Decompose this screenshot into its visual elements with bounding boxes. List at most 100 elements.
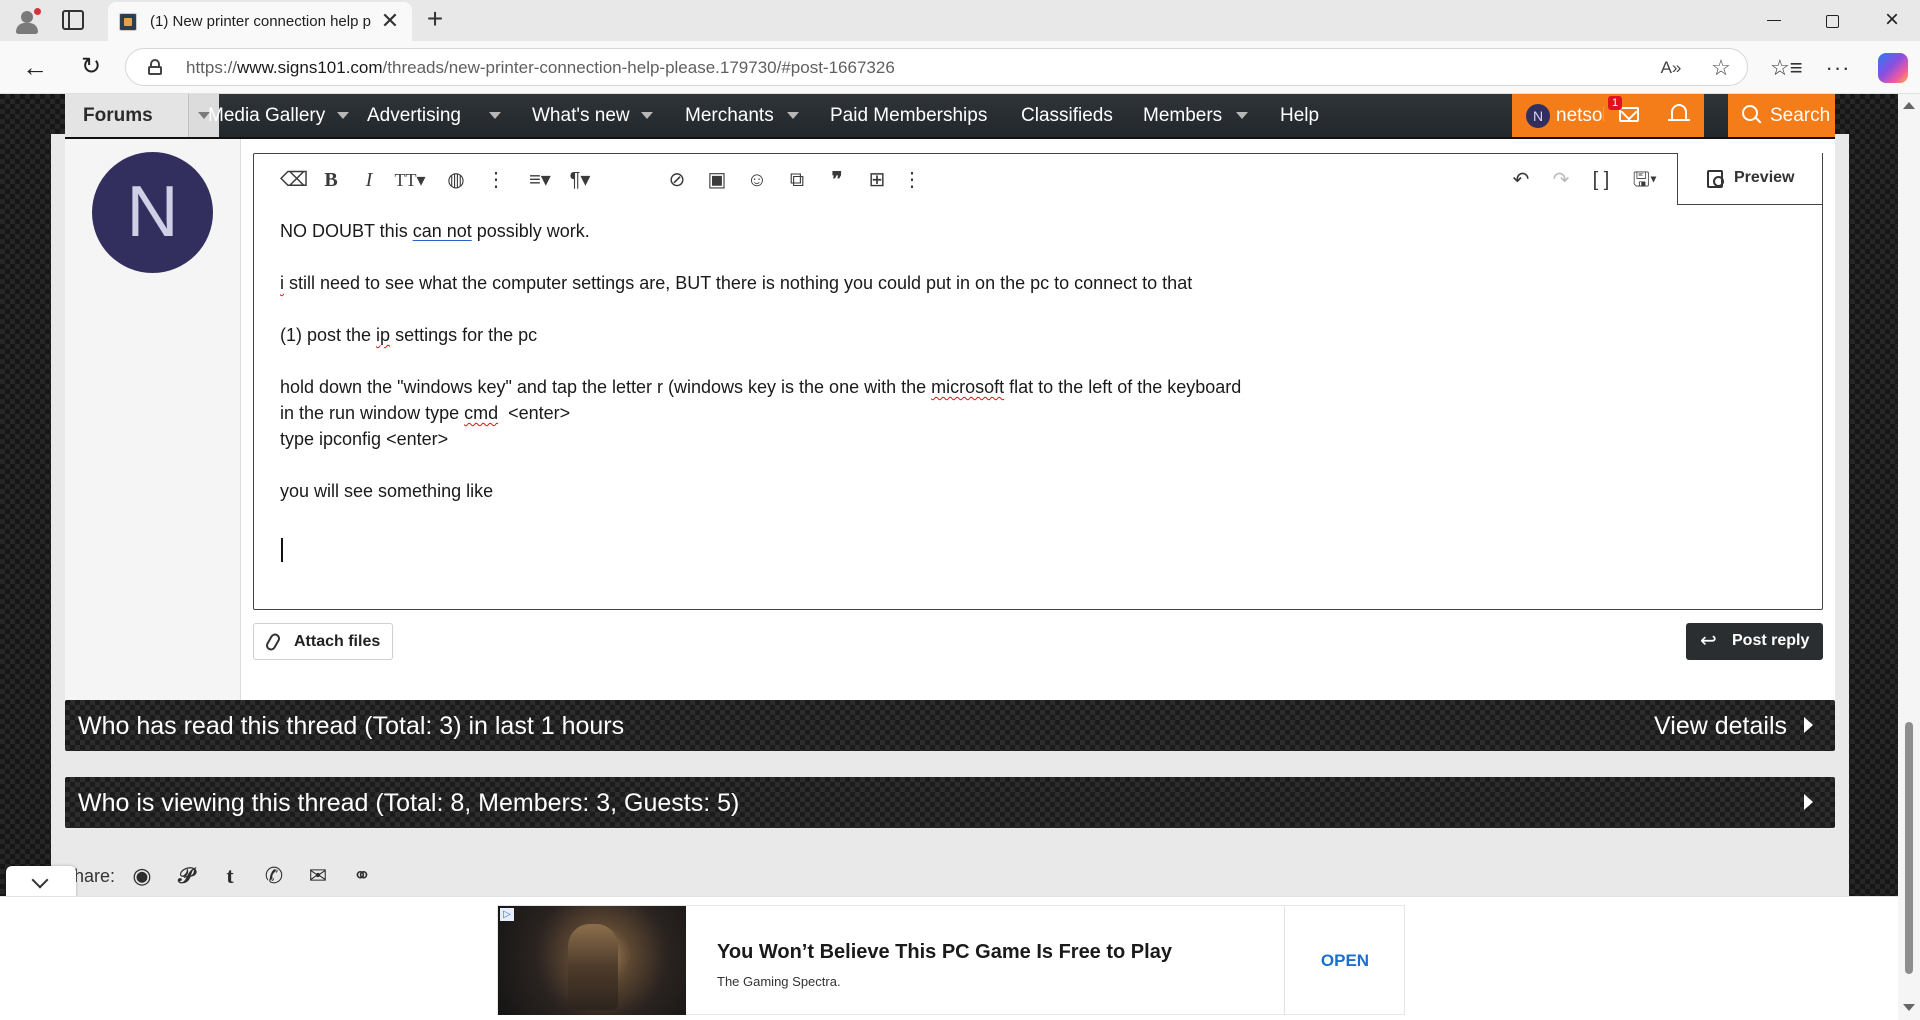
text-run: in the run window type [280, 403, 465, 423]
nav-help[interactable]: Help [1280, 105, 1319, 127]
url-text[interactable]: https://www.signs101.com/threads/new-pri… [186, 58, 1586, 78]
quote-icon[interactable]: ❞ [824, 168, 850, 192]
scrollbar-thumb[interactable] [1905, 722, 1913, 974]
more-icon[interactable]: ··· [1823, 53, 1853, 83]
undo-icon[interactable]: ↶ [1508, 168, 1534, 192]
avatar[interactable]: N [92, 152, 213, 273]
text-run: possibly work. [471, 221, 590, 241]
scroll-down-icon[interactable] [1903, 1004, 1915, 1011]
who-read-title: Who has read this thread (Total: 3) in l… [78, 712, 625, 740]
editor-line: (1) post the ip settings for the pc [280, 322, 537, 348]
smilie-icon[interactable]: ☺ [744, 168, 770, 192]
ad-title[interactable]: You Won’t Believe This PC Game Is Free t… [717, 941, 1172, 964]
link-icon[interactable]: ⊘ [664, 168, 690, 192]
editor-line: NO DOUBT this can not possibly work. [280, 218, 590, 244]
bold-icon[interactable]: B [320, 168, 342, 192]
ad-card[interactable]: ▷ You Won’t Believe This PC Game Is Free… [497, 905, 1405, 1015]
url-host: www.signs101.com [237, 58, 383, 77]
nav-alerts-button[interactable] [1654, 94, 1704, 137]
nav-classifieds[interactable]: Classifieds [1021, 105, 1113, 127]
nav-paid-memberships[interactable]: Paid Memberships [830, 105, 987, 127]
address-bar[interactable]: https://www.signs101.com/threads/new-pri… [125, 48, 1748, 86]
link-icon[interactable]: ⚭ [348, 862, 376, 890]
url-path: /threads/new-printer-connection-help-ple… [382, 58, 895, 77]
text-run: ip [376, 325, 391, 345]
nav-advertising[interactable]: Advertising [367, 105, 461, 127]
ad-image[interactable]: ▷ [498, 906, 686, 1015]
who-viewing-block[interactable]: Who is viewing this thread (Total: 8, Me… [65, 777, 1835, 828]
inbox-count-badge: 1 [1608, 96, 1622, 110]
caret-right-icon[interactable] [1804, 794, 1813, 810]
caret-right-icon[interactable] [1804, 717, 1813, 733]
reload-icon[interactable]: ↻ [76, 53, 106, 83]
media-icon[interactable]: ⧉ [784, 168, 810, 192]
read-aloud-icon[interactable]: A» [1659, 57, 1683, 79]
favorite-star-icon[interactable]: ☆ [1708, 55, 1734, 81]
redo-icon[interactable]: ↷ [1548, 168, 1574, 192]
post-reply-button[interactable]: ↩ Post reply [1686, 623, 1823, 660]
pinterest-icon[interactable]: 𝒫 [172, 862, 200, 890]
align-icon[interactable]: ≡▾ [522, 168, 558, 192]
text-run: NO DOUBT this [280, 221, 413, 241]
image-icon[interactable]: ▣ [704, 168, 730, 192]
nav-forums-tab[interactable]: Forums [65, 94, 189, 137]
whatsapp-icon[interactable]: ✆ [260, 862, 288, 890]
more-options-icon[interactable]: ⋮ [486, 168, 506, 192]
chevron-down-icon[interactable] [489, 112, 501, 119]
view-details-link[interactable]: View details [1654, 712, 1787, 740]
bbcode-icon[interactable]: [ ] [1588, 168, 1614, 192]
adchoices-icon[interactable]: ▷ [500, 908, 514, 921]
reddit-icon[interactable]: ◉ [128, 862, 156, 890]
nav-search-button[interactable]: Search [1728, 94, 1835, 137]
nav-whats-new[interactable]: What's new [532, 105, 630, 127]
page-scrollbar[interactable] [1898, 94, 1920, 1020]
nav-account-button[interactable]: N netsol [1512, 94, 1607, 137]
email-icon[interactable]: ✉ [304, 862, 332, 890]
chevron-down-icon[interactable] [787, 112, 799, 119]
preview-button[interactable]: Preview [1677, 153, 1823, 205]
text-run: flat to the left of the keyboard [1004, 377, 1242, 397]
text-run: cmd [464, 403, 499, 423]
profile-icon[interactable] [12, 6, 42, 36]
text-run: (1) post the [280, 325, 377, 345]
eraser-icon[interactable]: ⌫ [280, 168, 308, 192]
favorites-icon[interactable]: ☆≡ [1770, 53, 1803, 83]
browser-tab[interactable]: (1) New printer connection help p ✕ [108, 2, 412, 41]
editor-line: type ipconfig <enter> [280, 429, 449, 449]
editor-line: i still need to see what the computer se… [280, 270, 1192, 296]
nav-merchants[interactable]: Merchants [685, 105, 774, 127]
nav-inbox-button[interactable]: 1 [1604, 94, 1654, 137]
new-tab-button[interactable]: + [421, 5, 449, 34]
tumblr-icon[interactable]: t [216, 862, 244, 890]
back-icon[interactable]: ← [20, 53, 50, 83]
nav-search-label: Search [1770, 105, 1831, 126]
copilot-icon[interactable] [1878, 53, 1908, 83]
reply-editor[interactable]: ⌫ B I TT▾ ◍ ⋮ ≡▾ ¶▾ ⊘ ▣ ☺ ⧉ ❞ ⊞ ⋮ ↶ ↷ [ … [253, 153, 1823, 610]
italic-icon[interactable]: I [358, 168, 380, 192]
table-icon[interactable]: ⊞ [864, 168, 890, 192]
who-read-block[interactable]: Who has read this thread (Total: 3) in l… [65, 700, 1835, 751]
close-icon[interactable]: × [1880, 8, 1904, 32]
editor-line: in the run window type cmd <enter> [280, 400, 570, 426]
ad-open-button[interactable]: OPEN [1285, 906, 1405, 1015]
more-insert-icon[interactable]: ⋮ [902, 168, 922, 192]
tab-close-icon[interactable]: ✕ [380, 10, 400, 32]
editor-content[interactable]: NO DOUBT this can not possibly work. i s… [280, 218, 1800, 598]
chevron-down-icon[interactable] [337, 112, 349, 119]
attach-files-button[interactable]: Attach files [253, 623, 393, 660]
paragraph-icon[interactable]: ¶▾ [562, 168, 598, 192]
chevron-down-icon[interactable] [1236, 112, 1248, 119]
nav-media-gallery[interactable]: Media Gallery [208, 105, 325, 127]
maximize-icon[interactable] [1820, 10, 1844, 30]
lock-icon[interactable] [148, 59, 162, 75]
palette-icon[interactable]: ◍ [444, 168, 468, 192]
tab-actions-icon[interactable] [62, 10, 84, 30]
scroll-up-icon[interactable] [1903, 102, 1915, 109]
text-size-icon[interactable]: TT▾ [390, 168, 430, 192]
nav-members[interactable]: Members [1143, 105, 1222, 127]
chevron-down-icon[interactable] [641, 112, 653, 119]
minimize-icon[interactable] [1762, 10, 1786, 30]
drafts-icon[interactable]: 🖫▾ [1626, 168, 1664, 192]
search-icon [1742, 105, 1762, 125]
text-run: still need to see what the computer sett… [284, 273, 1193, 293]
